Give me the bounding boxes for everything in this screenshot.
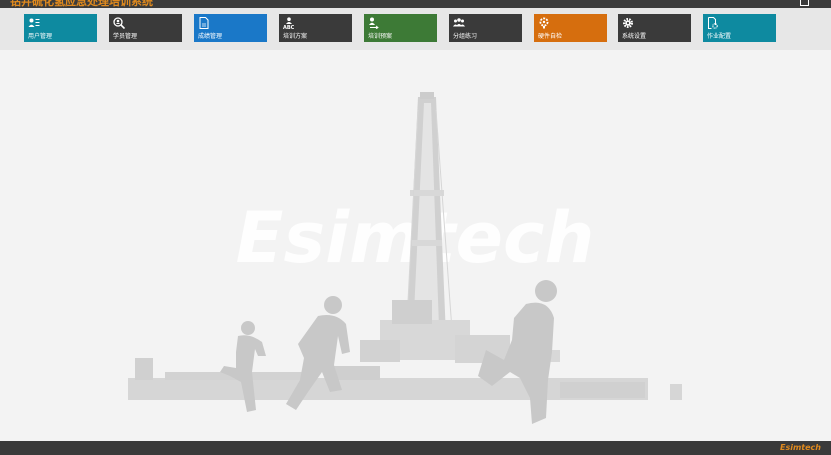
tile-label: 学员管理 [113,33,138,40]
main-stage: Esimtech [0,50,831,441]
tile-label: 硬件自检 [538,33,563,40]
student-search-icon [113,17,125,29]
tile-label: 培训预案 [368,33,393,40]
tile-label: 系统设置 [622,33,647,40]
brand-logo: Esimtech [780,443,821,452]
training-preplan-button[interactable]: 培训预案 [364,14,437,42]
app-title: 钻井硫化氢应急处理培训系统 [10,0,153,8]
drilling-rig-illustration: Esimtech [128,92,682,424]
tile-label: 分组练习 [453,33,478,40]
window-restore-icon[interactable] [800,0,809,6]
tile-label: 用户管理 [28,33,53,40]
system-settings-button[interactable]: 系统设置 [618,14,691,42]
group-practice-button[interactable]: 分组练习 [449,14,522,42]
tile-label: 培训方案 [283,33,308,40]
svg-text:ABC: ABC [283,25,295,29]
doc-settings-icon [708,17,718,29]
abc-training-icon: ABC [283,17,295,29]
status-footer: Esimtech [0,441,831,455]
module-toolbar: 用户管理 学员管理 成绩管理 ABC 培训方案 培训预案 分组练习 硬件自检 系… [0,8,831,50]
title-bar: 钻井硫化氢应急处理培训系统 [0,0,831,8]
user-management-button[interactable]: 用户管理 [24,14,97,42]
job-config-button[interactable]: 作业配置 [703,14,776,42]
user-list-icon [28,18,40,27]
document-icon [199,17,209,29]
group-icon [453,18,465,27]
tile-label: 作业配置 [707,33,732,40]
hardware-check-button[interactable]: 硬件自检 [534,14,607,42]
tile-label: 成绩管理 [198,33,223,40]
user-arrow-icon [369,17,379,29]
gear-icon [623,18,633,28]
training-plan-button[interactable]: ABC 培训方案 [279,14,352,42]
score-management-button[interactable]: 成绩管理 [194,14,267,42]
hardware-check-icon [539,17,549,29]
student-management-button[interactable]: 学员管理 [109,14,182,42]
